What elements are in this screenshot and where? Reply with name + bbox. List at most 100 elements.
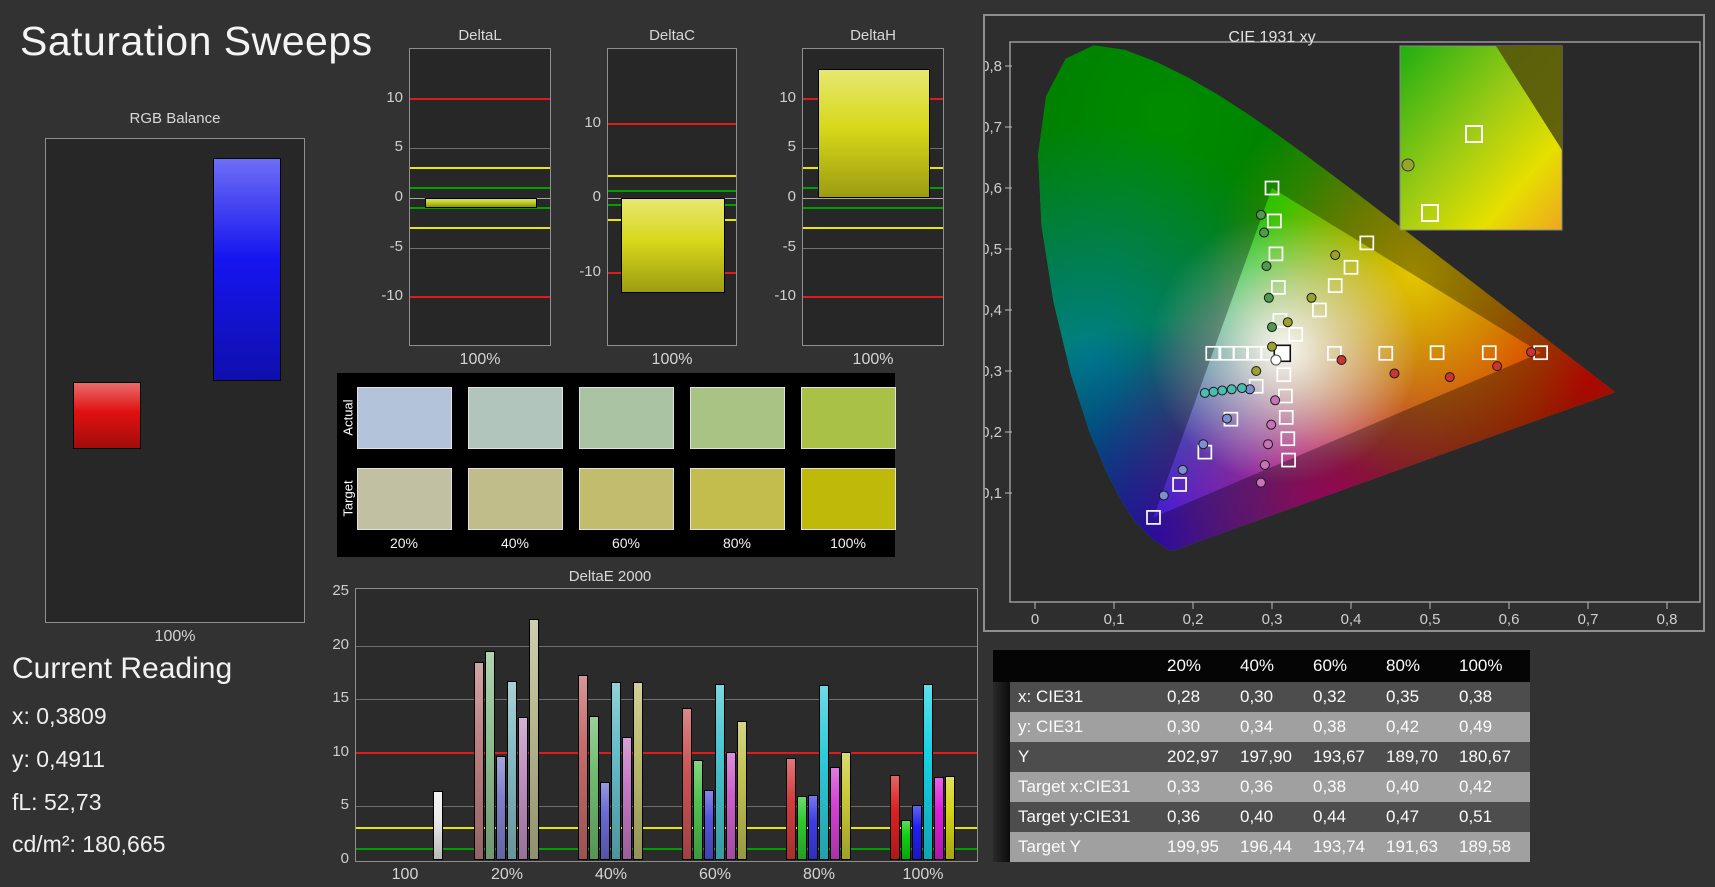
deltae-bar-80%-2 [807,794,818,860]
cie-ytick-label: 0,8 [985,58,1002,75]
deltae-group-label-80%: 80% [802,866,836,883]
cie-measured-dot-green-40pct [1263,292,1274,303]
gridline-5 [410,148,550,150]
table-row-label: Target y:CIE31 [1018,807,1131,826]
table-cell-Target y:CIE31-100%: 0,51 [1459,807,1493,826]
deltae-ytick-15: 15 [332,689,349,707]
cie-ytick-label: 0,7 [985,119,1002,136]
deltae-group-label-100%: 100% [902,866,944,883]
delta_l-refline-10 [410,97,550,100]
table-cell-Target x:CIE31-100%: 0,42 [1459,777,1493,796]
deltae-bar-40%-4 [621,736,632,860]
table-row-strip [993,682,1010,712]
calibration-dashboard: Saturation Sweeps RGB Balance 100% DeltaL -… [0,0,1715,887]
deltae-bar-80%-5 [840,751,851,860]
deltae-bar-20%-2 [495,756,506,860]
delta_h-plot-area [802,48,944,346]
page-title: Saturation Sweeps [20,18,373,64]
delta_c-xlabel: 100% [651,351,693,368]
delta_h-ytick-10: 10 [779,88,796,106]
table-cell-Y-100%: 180,67 [1459,747,1511,766]
table-row-label: x: CIE31 [1018,687,1084,706]
deltae-ytick-10: 10 [332,742,349,760]
delta_l-ytick--10: -10 [381,287,403,305]
delta_h-refline--1 [803,206,943,209]
deltae-bar-20%-0 [473,661,484,860]
swatch-col-label-60%: 60% [611,535,641,551]
current-reading-cdm2: cd/m²: 180,665 [12,831,166,857]
cie-ytick-label: 0,4 [985,302,1002,319]
cie-measured-dot-blue-60pct [1198,439,1209,450]
delta_h-ytick--5: -5 [782,237,796,255]
cie-measured-dot-yellow-20pct [1251,366,1262,376]
delta_c-bar-100% [621,198,725,293]
gridline--5 [410,247,550,249]
table-header-80%: 80% [1386,656,1421,675]
table-row-label: Target x:CIE31 [1018,777,1131,796]
cie-measured-dot-blue-100pct [1158,490,1169,501]
cie-ytick-label: 0,3 [985,363,1002,380]
table-row-strip [993,832,1010,862]
gridline--5 [803,247,943,249]
deltae-bar-60%-2 [703,790,714,860]
deltae-refline-3 [356,826,977,829]
delta_c-ytick-10: 10 [584,113,601,131]
deltae-bar-20%-5 [528,618,539,860]
table-header-60%: 60% [1313,656,1348,675]
deltae-refline-1 [356,848,977,851]
swatch-target-100% [801,468,896,530]
table-cell-y: CIE31-60%: 0,38 [1313,717,1347,736]
table-row: Target Y 199,95 196,44 193,74 191,63 189,58 [993,832,1530,862]
table-corner-strip [993,650,1010,682]
delta_h-ytick-0: 0 [787,188,796,205]
table-row: Target x:CIE31 0,33 0,36 0,38 0,40 0,42 [993,772,1530,802]
swatch-row-label-actual: Actual [340,399,356,436]
deltae-gridline-20 [356,645,977,647]
deltae-gridline-5 [356,806,977,808]
cie-measured-dot-cyan-80pct [1208,386,1219,397]
deltae-bar-20%-4 [517,717,528,860]
cie-measured-dot-cyan-20pct [1236,383,1247,394]
table-cell-Y-40%: 197,90 [1240,747,1292,766]
deltae-group-label-40%: 40% [594,866,628,883]
cie-measured-dot-magenta-80pct [1259,459,1270,470]
delta_l-ytick--5: -5 [389,237,403,255]
table-cell-Y-80%: 189,70 [1386,747,1438,766]
cie-title: CIE 1931 xy [1228,29,1315,46]
table-cell-Target x:CIE31-80%: 0,40 [1386,777,1420,796]
results-table-header-row: 20% 40% 60% 80% 100% [993,650,1530,682]
cie-ytick-label: 0,6 [985,180,1002,197]
deltae-bar-20%-3 [506,680,517,860]
swatch-col-label-80%: 80% [722,535,752,551]
deltae-group-label-60%: 60% [698,866,732,883]
deltae2000-plot-area [355,588,978,862]
deltae-bar-80%-3 [818,685,829,860]
swatch-col-label-100%: 100% [830,535,866,551]
deltae-bar-60%-5 [736,720,747,860]
deltae-bar-100%-2 [911,805,922,860]
deltae-gridline-15 [356,699,977,701]
current-reading-y: y: 0,4911 [12,746,105,772]
cie-measured-dot-red-20pct [1336,355,1347,366]
rgb_balance-title: RGB Balance [129,110,221,127]
delta_c-refline-3 [608,174,736,177]
cie-measured-dot-red-40pct [1389,368,1400,379]
delta_h-bar-100% [818,68,930,198]
gridline-0 [803,198,943,199]
cie-xtick-label: 0,3 [1262,611,1283,628]
table-cell-x: CIE31-100%: 0,38 [1459,687,1493,706]
deltae-group-label-100: 100 [391,866,419,883]
table-cell-Target y:CIE31-60%: 0,44 [1313,807,1347,826]
swatch-col-label-40%: 40% [500,535,530,551]
table-header-40%: 40% [1240,656,1275,675]
deltae-bar-60%-4 [725,751,736,860]
delta_l-refline-1 [410,187,550,190]
cie-panel: CIE 1931 xy 0 0,1 0,2 0,3 0,4 0,5 0,6 0,7 0,8 0,1 0… [981,14,1705,632]
cie-whitepoint-measured-dot [1270,354,1282,366]
cie-xtick-label: 0,5 [1420,611,1441,628]
table-cell-Target Y-20%: 199,95 [1167,837,1219,856]
table-header-100%: 100% [1459,656,1503,675]
table-row-label: Target Y [1018,837,1082,856]
cie-measured-dot-yellow-60pct [1282,317,1293,328]
deltae-group-label-20%: 20% [490,866,524,883]
